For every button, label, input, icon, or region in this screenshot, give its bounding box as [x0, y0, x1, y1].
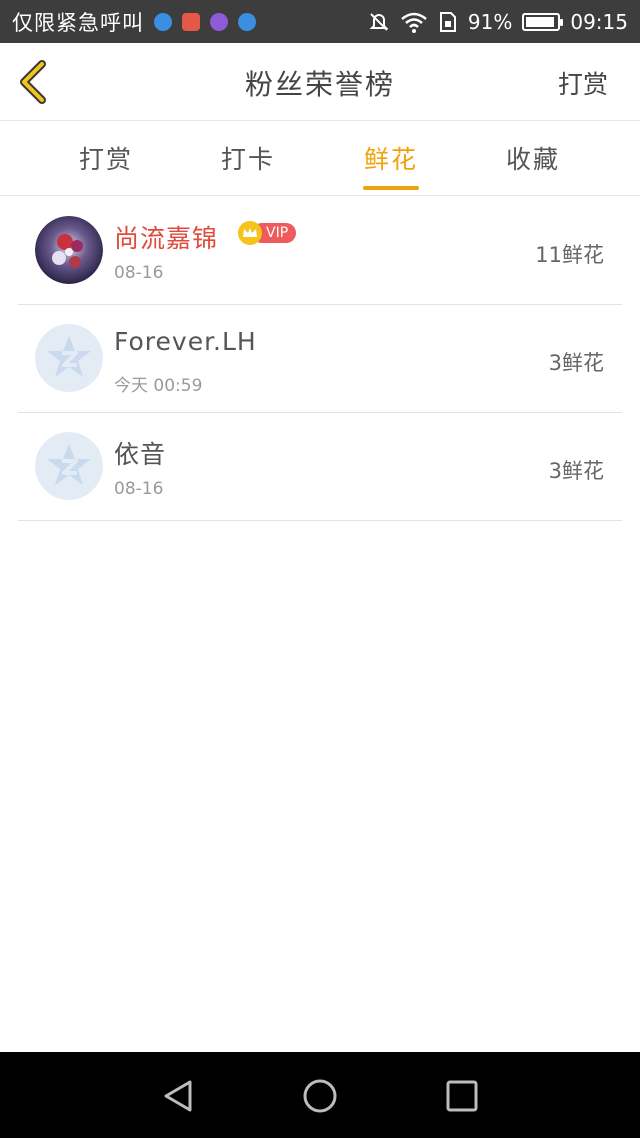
flower-count: 11鲜花 [535, 243, 604, 267]
battery-percent: 91% [467, 9, 513, 34]
recents-nav-button[interactable] [442, 1076, 482, 1116]
default-avatar-icon [35, 432, 103, 500]
tab-checkin[interactable]: 打卡 [203, 140, 293, 176]
qq-icon [238, 12, 256, 31]
crown-icon [238, 221, 262, 245]
triangle-back-icon [164, 1080, 192, 1112]
fan-time: 08-16 [114, 263, 164, 283]
avatar[interactable] [35, 432, 103, 500]
list-item[interactable]: 依音 08-16 3鲜花 [18, 413, 622, 521]
purple-app-icon [210, 12, 228, 31]
vip-badge: VIP [238, 221, 297, 245]
clock: 09:15 [570, 9, 628, 34]
header: 粉丝荣誉榜 打赏 [0, 43, 640, 121]
flower-count: 3鲜花 [548, 459, 604, 483]
tab-flowers[interactable]: 鲜花 [346, 140, 436, 176]
fan-list: 尚流嘉锦 VIP 08-16 11鲜花 Forever.LH 今天 00:59 … [18, 197, 622, 521]
tab-favorites[interactable]: 收藏 [488, 140, 578, 176]
active-tab-indicator [363, 186, 419, 190]
system-nav-bar [0, 1052, 640, 1138]
avatar[interactable] [35, 216, 103, 284]
fan-time: 今天 00:59 [114, 376, 203, 396]
avatar[interactable] [35, 324, 103, 392]
default-avatar-icon [35, 324, 103, 392]
fan-name[interactable]: 尚流嘉锦 [114, 219, 218, 255]
status-bar: 仅限紧急呼叫 91% 09:15 [0, 0, 640, 43]
carrier-text: 仅限紧急呼叫 [12, 10, 144, 35]
mail-icon [182, 12, 200, 31]
mute-icon [369, 12, 389, 31]
square-recents-icon [446, 1080, 478, 1112]
list-item[interactable]: 尚流嘉锦 VIP 08-16 11鲜花 [18, 197, 622, 305]
fan-name[interactable]: Forever.LH [114, 327, 257, 356]
home-nav-button[interactable] [300, 1076, 340, 1116]
circle-home-icon [303, 1079, 337, 1113]
tab-reward[interactable]: 打赏 [61, 140, 151, 176]
battery-icon [522, 12, 564, 31]
fan-name[interactable]: 依音 [114, 435, 166, 471]
sim-icon [439, 11, 456, 32]
list-item[interactable]: Forever.LH 今天 00:59 3鲜花 [18, 305, 622, 413]
back-nav-button[interactable] [158, 1076, 198, 1116]
reward-button[interactable]: 打赏 [558, 65, 608, 101]
fan-time: 08-16 [114, 479, 164, 499]
notification-icons [154, 12, 256, 31]
page-title: 粉丝荣誉榜 [244, 68, 395, 101]
wifi-icon [401, 12, 427, 33]
qq-icon [154, 12, 172, 31]
flower-count: 3鲜花 [548, 351, 604, 375]
tab-bar: 打赏 打卡 鲜花 收藏 [0, 122, 640, 196]
